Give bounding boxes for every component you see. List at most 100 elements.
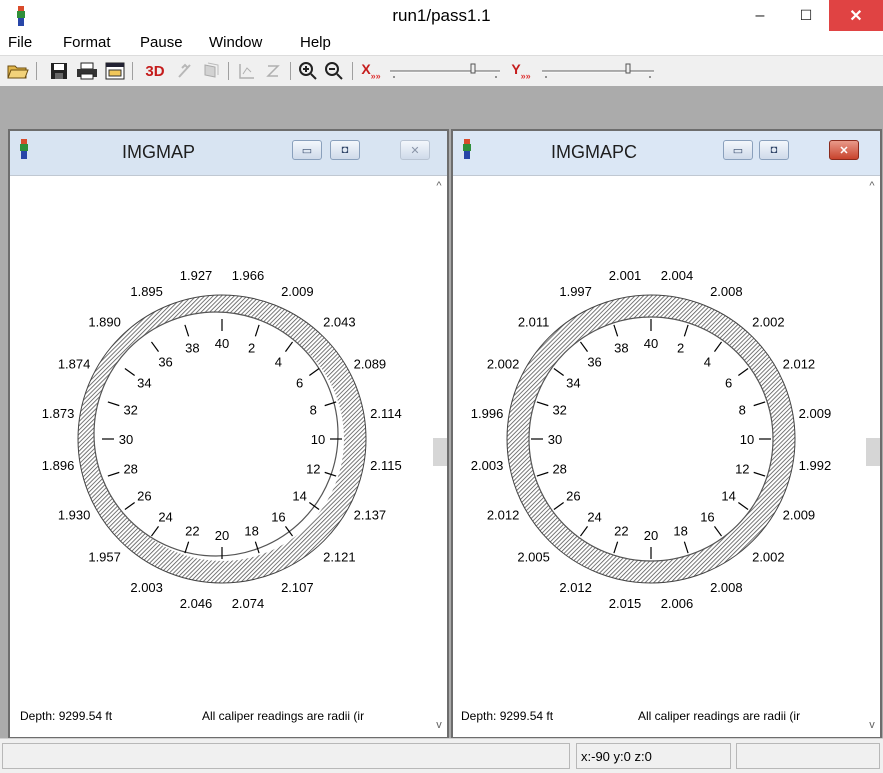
imgmap-scroll-thumb[interactable] bbox=[433, 438, 447, 466]
close-button[interactable]: ✕ bbox=[829, 0, 883, 31]
tick-label: 40 bbox=[644, 336, 658, 351]
caliper-reading: 2.015 bbox=[609, 596, 642, 611]
tick-label: 4 bbox=[275, 354, 282, 369]
threed-button[interactable]: 3D bbox=[140, 61, 170, 81]
tick-label: 10 bbox=[740, 432, 754, 447]
imgmap-restore-button[interactable]: ◘ bbox=[330, 140, 360, 160]
caliper-reading: 1.927 bbox=[180, 268, 213, 283]
menu-help[interactable]: Help bbox=[300, 34, 331, 51]
imgmapc-vertical-scrollbar[interactable]: ^ v bbox=[864, 176, 880, 737]
open-folder-icon[interactable] bbox=[6, 61, 30, 81]
caliper-reading: 2.005 bbox=[517, 549, 550, 564]
tick-label: 6 bbox=[725, 376, 732, 391]
tick-label: 4 bbox=[704, 354, 711, 369]
caliper-reading: 2.002 bbox=[752, 549, 785, 564]
tick-label: 36 bbox=[158, 354, 172, 369]
tick-label: 32 bbox=[123, 402, 137, 417]
imgmapc-note: All caliper readings are radii (ir bbox=[638, 709, 801, 723]
imgmapc-title: IMGMAPC bbox=[551, 142, 638, 162]
zoom-out-icon[interactable] bbox=[322, 61, 346, 81]
tick-label: 6 bbox=[296, 376, 303, 391]
tick-label: 34 bbox=[566, 376, 580, 391]
caliper-reading: 2.008 bbox=[710, 284, 743, 299]
imgmap-depth: Depth: 9299.54 ft bbox=[20, 709, 113, 723]
imgmapc-title-bar[interactable]: IMGMAPC ▭ ◘ ✕ bbox=[453, 131, 880, 176]
maximize-button[interactable]: ☐ bbox=[783, 0, 829, 31]
toolbar: 3D X»» Y»» bbox=[0, 56, 883, 86]
minimize-button[interactable]: – bbox=[737, 0, 783, 31]
tick-label: 30 bbox=[548, 432, 562, 447]
tick-label: 8 bbox=[310, 402, 317, 417]
tick-label: 18 bbox=[673, 523, 687, 538]
imgmapc-minimize-button[interactable]: ▭ bbox=[723, 140, 753, 160]
z-plot-icon[interactable] bbox=[262, 61, 284, 81]
caliper-reading: 1.890 bbox=[88, 315, 121, 330]
tick-label: 2 bbox=[248, 341, 255, 356]
caliper-reading: 1.896 bbox=[42, 458, 75, 473]
layers-icon[interactable] bbox=[200, 61, 222, 81]
tick-label: 12 bbox=[306, 462, 320, 477]
tick-label: 38 bbox=[185, 341, 199, 356]
caliper-reading: 1.930 bbox=[58, 507, 91, 522]
tick-label: 16 bbox=[271, 510, 285, 525]
caliper-reading: 2.012 bbox=[559, 580, 592, 595]
imgmapc-content: 2 4 6 8 10 12 14 16 18 20 22 24 26 28 30 32 34 36 38 40 2.00… bbox=[453, 176, 864, 737]
imgmap-title-bar[interactable]: IMGMAP ▭ ◘ ✕ bbox=[10, 131, 447, 176]
menu-file[interactable]: File bbox=[8, 34, 32, 51]
caliper-reading: 2.003 bbox=[130, 580, 163, 595]
x-axis-slider[interactable] bbox=[386, 61, 504, 81]
caliper-reading: 2.004 bbox=[661, 268, 694, 283]
tick-label: 26 bbox=[137, 488, 151, 503]
imgmap-app-icon bbox=[20, 139, 28, 159]
scroll-down-icon[interactable]: v bbox=[864, 717, 880, 733]
caliper-reading: 2.012 bbox=[487, 507, 520, 522]
tick-label: 22 bbox=[185, 523, 199, 538]
menu-format[interactable]: Format bbox=[63, 34, 111, 51]
scroll-up-icon[interactable]: ^ bbox=[431, 178, 447, 194]
caliper-reading: 2.006 bbox=[661, 596, 694, 611]
caliper-reading: 1.895 bbox=[130, 284, 163, 299]
y-axis-icon[interactable]: Y»» bbox=[508, 61, 534, 81]
tick-label: 8 bbox=[739, 402, 746, 417]
caliper-reading: 2.001 bbox=[609, 268, 642, 283]
caliper-reading: 2.074 bbox=[232, 596, 265, 611]
print-icon[interactable] bbox=[75, 61, 99, 81]
imgmapc-window: IMGMAPC ▭ ◘ ✕ 2 4 6 8 10 12 14 16 18 20 22 24 26 28 30… bbox=[451, 129, 882, 739]
caliper-reading: 2.089 bbox=[354, 357, 387, 372]
imgmapc-close-button[interactable]: ✕ bbox=[829, 140, 859, 160]
status-extra bbox=[736, 743, 880, 769]
tick-label: 24 bbox=[158, 510, 172, 525]
scroll-down-icon[interactable]: v bbox=[431, 717, 447, 733]
caliper-reading: 2.121 bbox=[323, 549, 356, 564]
tick-label: 32 bbox=[552, 402, 566, 417]
imgmapc-restore-button[interactable]: ◘ bbox=[759, 140, 789, 160]
status-message bbox=[2, 743, 570, 769]
window-view-icon[interactable] bbox=[104, 61, 126, 81]
caliper-reading: 2.046 bbox=[180, 596, 213, 611]
xy-plot-icon[interactable] bbox=[236, 61, 258, 81]
menu-window[interactable]: Window bbox=[209, 34, 262, 51]
zoom-in-icon[interactable] bbox=[296, 61, 320, 81]
tick-label: 34 bbox=[137, 376, 151, 391]
menu-pause[interactable]: Pause bbox=[140, 34, 183, 51]
tick-label: 14 bbox=[292, 488, 306, 503]
imgmapc-scroll-thumb[interactable] bbox=[866, 438, 880, 466]
imgmapc-depth: Depth: 9299.54 ft bbox=[461, 709, 554, 723]
scroll-up-icon[interactable]: ^ bbox=[864, 178, 880, 194]
imgmap-close-button[interactable]: ✕ bbox=[400, 140, 430, 160]
save-icon[interactable] bbox=[48, 61, 70, 81]
tick-label: 30 bbox=[119, 432, 133, 447]
x-axis-icon[interactable]: X»» bbox=[358, 61, 384, 81]
imgmapc-caliper-plot: 2468101214161820222426283032343638 402.00… bbox=[471, 268, 832, 611]
rotate-icon[interactable] bbox=[174, 61, 196, 81]
caliper-reading: 2.009 bbox=[799, 406, 832, 421]
bore-outline bbox=[528, 316, 774, 562]
tick-label: 18 bbox=[244, 523, 258, 538]
tick-label: 40 bbox=[215, 336, 229, 351]
imgmap-content: 2 4 6 8 10 12 14 16 18 20 22 24 26 28 30 32 34 36 38 40 1.96… bbox=[10, 176, 431, 737]
caliper-reading: 2.009 bbox=[281, 284, 314, 299]
caliper-reading: 2.043 bbox=[323, 315, 356, 330]
imgmap-minimize-button[interactable]: ▭ bbox=[292, 140, 322, 160]
imgmap-vertical-scrollbar[interactable]: ^ v bbox=[431, 176, 447, 737]
y-axis-slider[interactable] bbox=[538, 61, 658, 81]
